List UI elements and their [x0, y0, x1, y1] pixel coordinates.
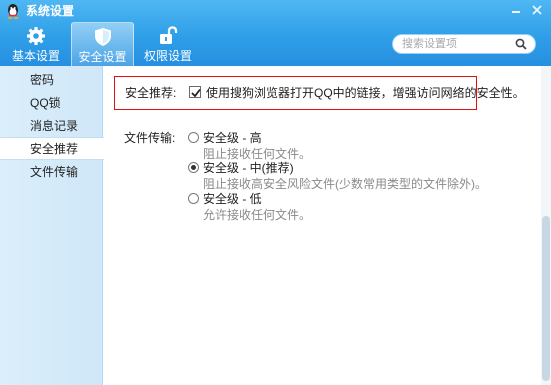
qq-logo-icon	[7, 4, 19, 19]
search-icon[interactable]	[515, 38, 527, 50]
gear-icon	[27, 27, 45, 45]
tab-security-settings[interactable]: 安全设置	[71, 22, 134, 66]
option-title[interactable]: 安全级 - 中(推荐)	[203, 161, 294, 175]
shield-icon	[94, 28, 111, 46]
radio-high[interactable]	[188, 132, 199, 143]
sogou-browser-checkbox-label[interactable]: 使用搜狗浏览器打开QQ中的链接，增强访问网络的安全性。	[206, 86, 525, 100]
sidebar-item-password[interactable]: 密码	[0, 69, 103, 92]
option-description: 阻止接收任何文件。	[203, 147, 312, 161]
tab-permission-settings[interactable]: 权限设置	[137, 22, 199, 66]
close-button[interactable]	[529, 2, 545, 18]
minimize-button[interactable]	[508, 2, 524, 18]
radio-medium[interactable]	[188, 162, 199, 173]
sidebar-item-security-recommend[interactable]: 安全推荐	[0, 137, 104, 160]
security-recommend-label: 安全推荐:	[125, 86, 177, 100]
scrollbar[interactable]	[541, 66, 551, 385]
header-bar: 系统设置 基本设置 安全设置 权限设置 搜索设置项	[0, 0, 551, 66]
checkmark-icon	[191, 88, 201, 98]
close-icon	[532, 5, 542, 15]
sidebar-item-file-transfer[interactable]: 文件传输	[0, 161, 103, 184]
file-transfer-label: 文件传输:	[124, 131, 176, 145]
minimize-icon	[512, 11, 520, 13]
search-input[interactable]	[402, 37, 512, 51]
option-title[interactable]: 安全级 - 高	[203, 131, 262, 145]
radio-selected-dot	[191, 165, 196, 170]
option-description: 允许接收任何文件。	[203, 208, 312, 222]
radio-low[interactable]	[188, 193, 199, 204]
window-title: 系统设置	[26, 4, 75, 18]
scrollbar-thumb[interactable]	[542, 216, 550, 381]
unlock-icon	[160, 26, 178, 44]
security-recommend-section: 安全推荐: 使用搜狗浏览器打开QQ中的链接，增强访问网络的安全性。	[114, 76, 525, 110]
sidebar-item-message-history[interactable]: 消息记录	[0, 115, 103, 138]
tab-label: 基本设置	[11, 49, 60, 63]
sogou-browser-checkbox[interactable]	[189, 86, 201, 98]
sidebar: 密码 QQ锁 消息记录 安全推荐 文件传输	[0, 66, 104, 385]
title-bar: 系统设置	[0, 0, 551, 22]
tab-label: 权限设置	[143, 49, 192, 63]
settings-content: 安全推荐: 使用搜狗浏览器打开QQ中的链接，增强访问网络的安全性。 文件传输: …	[104, 66, 551, 385]
tab-basic-settings[interactable]: 基本设置	[5, 22, 67, 66]
tab-label: 安全设置	[78, 50, 127, 64]
option-description: 阻止接收高安全风险文件(少数常用类型的文件除外)。	[203, 177, 487, 191]
search-box	[392, 34, 536, 54]
sidebar-item-qq-lock[interactable]: QQ锁	[0, 92, 103, 115]
option-title[interactable]: 安全级 - 低	[203, 192, 262, 206]
